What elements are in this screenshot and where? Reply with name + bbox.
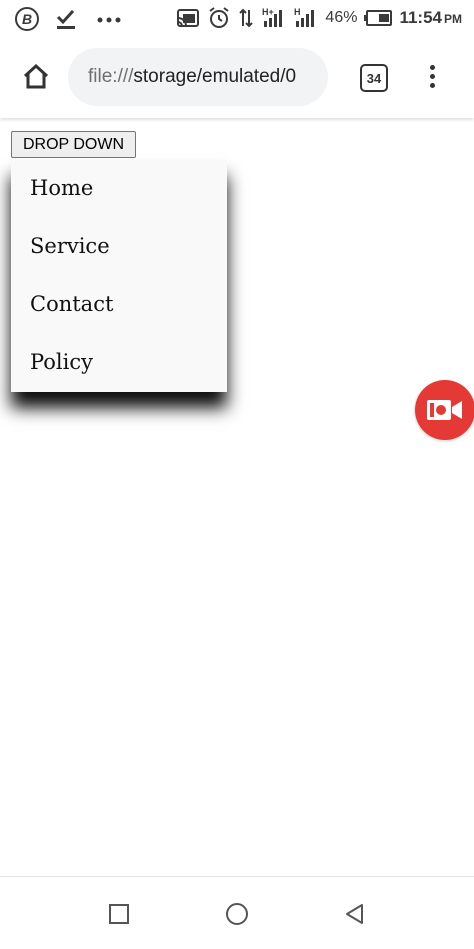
recent-apps-icon (109, 904, 129, 924)
url-bar[interactable]: file:///storage/emulated/0 (68, 48, 328, 106)
download-done-icon (54, 7, 78, 31)
back-triangle-icon (346, 904, 363, 924)
signal-h-plus-icon: H+ (261, 6, 287, 30)
menu-item-service[interactable]: Service (11, 218, 227, 276)
home-icon (23, 63, 49, 89)
status-right-icons: H+ H 46% 11:54 PM (175, 6, 462, 30)
menu-item-policy[interactable]: Policy (11, 334, 227, 392)
menu-item-contact[interactable]: Contact (11, 276, 227, 334)
home-nav-button[interactable] (222, 899, 252, 929)
home-button[interactable] (18, 58, 54, 94)
url-text[interactable]: file:///storage/emulated/0 (88, 66, 314, 88)
clock: 11:54 PM (399, 8, 462, 27)
data-arrows-icon (237, 6, 255, 30)
screen-record-button[interactable] (415, 380, 474, 440)
navigation-bar (0, 876, 474, 949)
overflow-menu-icon (429, 64, 435, 70)
tab-switcher-button[interactable]: 34 (360, 64, 388, 92)
battery-percent: 46% (325, 9, 358, 26)
tab-count: 34 (366, 70, 382, 86)
status-left-icons: B (14, 6, 126, 32)
dropdown-button[interactable]: DROP DOWN (11, 131, 136, 158)
svg-text:H+: H+ (262, 7, 274, 17)
svg-text:B: B (22, 11, 32, 27)
alarm-icon (207, 6, 231, 30)
back-button[interactable] (340, 899, 370, 929)
status-bar: B H+ H 46% 11:54 PM (0, 0, 474, 38)
bitcoin-icon: B (14, 6, 40, 32)
battery-icon (363, 8, 393, 28)
signal-h-icon: H (293, 6, 319, 30)
browser-toolbar: file:///storage/emulated/0 34 (0, 38, 474, 118)
cast-icon (175, 6, 201, 30)
video-camera-icon (427, 400, 462, 420)
overflow-menu-button[interactable] (418, 58, 446, 94)
recent-apps-button[interactable] (104, 899, 134, 929)
home-circle-icon (226, 903, 248, 925)
menu-item-home[interactable]: Home (11, 160, 227, 218)
more-notifications-icon (92, 7, 126, 31)
svg-text:H: H (294, 7, 301, 17)
dropdown-menu: Home Service Contact Policy (11, 160, 227, 392)
